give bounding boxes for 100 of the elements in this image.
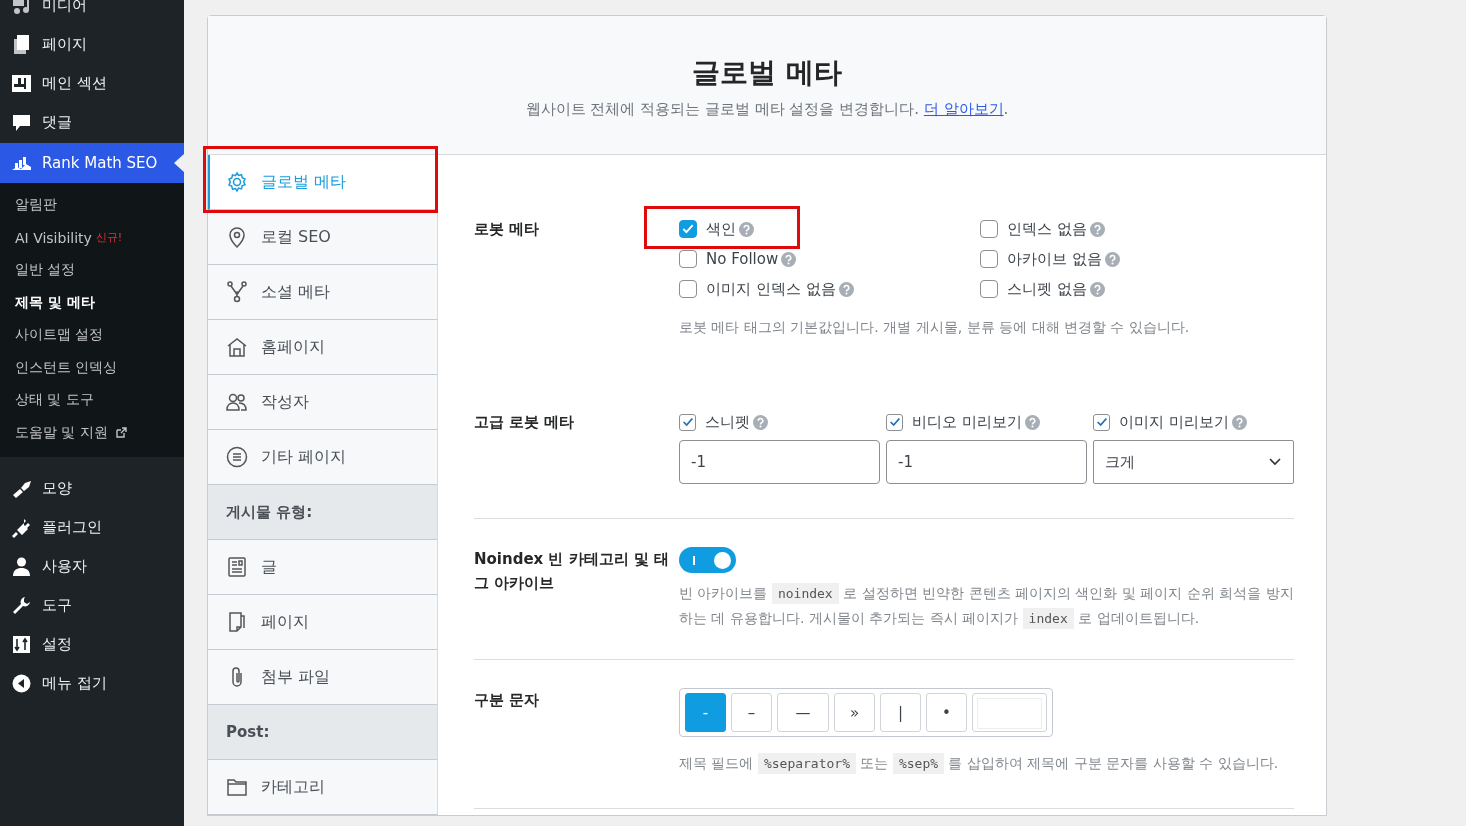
nav-item[interactable]: 페이지 bbox=[208, 595, 437, 650]
checkbox[interactable] bbox=[1093, 413, 1110, 431]
help-icon bbox=[1089, 221, 1105, 237]
wrench-icon bbox=[11, 595, 32, 616]
comment-icon bbox=[11, 112, 32, 133]
checkbox-label: 인덱스 없음 bbox=[1007, 219, 1087, 239]
separator-option[interactable]: » bbox=[834, 693, 875, 732]
submenu-item[interactable]: 일반 설정 bbox=[0, 254, 184, 287]
number-field[interactable]: -1 bbox=[679, 440, 880, 484]
nav-section-heading: Post: bbox=[208, 705, 437, 760]
checkbox-label: 이미지 인덱스 없음 bbox=[706, 279, 836, 299]
help-text: 제목 필드에 %separator% 또는 %sep% 를 삽입하여 제목에 구분 문자를 사용할 수 있습니다. bbox=[679, 751, 1294, 776]
menu-item[interactable]: 모양 bbox=[0, 469, 184, 508]
check-icon bbox=[680, 415, 695, 429]
submenu-item[interactable]: 상태 및 도구 bbox=[0, 384, 184, 417]
gear-icon bbox=[226, 171, 248, 193]
checkbox-label: 색인 bbox=[706, 219, 736, 239]
checkbox-label: 스니펫 bbox=[705, 412, 750, 432]
nav-item[interactable]: 카테고리 bbox=[208, 760, 437, 815]
help-icon bbox=[1024, 414, 1040, 430]
nav-item[interactable]: 홈페이지 bbox=[208, 320, 437, 375]
folder-icon bbox=[226, 776, 248, 798]
checkbox[interactable] bbox=[679, 413, 696, 431]
learn-more-link[interactable]: 더 알아보기 bbox=[923, 100, 1004, 118]
checkbox[interactable] bbox=[679, 220, 697, 238]
setting-label: 구분 문자 bbox=[474, 690, 541, 711]
new-label: 신규! bbox=[95, 230, 123, 246]
share-icon bbox=[226, 281, 248, 303]
users-icon bbox=[226, 391, 248, 413]
nav-section-heading: 게시물 유형: bbox=[208, 485, 437, 540]
help-text: 로봇 메타 태그의 기본값입니다. 개별 게시물, 분류 등에 대해 변경할 수 있습니다. bbox=[679, 318, 1191, 337]
pages-icon bbox=[11, 34, 32, 55]
checkbox[interactable] bbox=[679, 250, 697, 268]
home-icon bbox=[226, 336, 248, 358]
menu-item[interactable]: 도구 bbox=[0, 586, 184, 625]
checkbox-label: 아카이브 없음 bbox=[1007, 249, 1102, 269]
help-icon bbox=[739, 221, 754, 237]
submenu-item[interactable]: 사이트맵 설정 bbox=[0, 319, 184, 352]
separator-option[interactable]: — bbox=[777, 693, 829, 732]
help-icon bbox=[1089, 281, 1105, 297]
page-description: 웹사이트 전체에 적용되는 글로벌 메타 설정을 변경합니다. 더 알아보기. bbox=[525, 100, 1009, 119]
page-icon bbox=[226, 611, 248, 633]
checkbox-label: No Follow bbox=[706, 250, 779, 268]
plug-icon bbox=[11, 517, 32, 538]
media-icon bbox=[11, 0, 32, 16]
menu-item[interactable]: 댓글 bbox=[0, 103, 184, 142]
checkbox-label: 이미지 미리보기 bbox=[1119, 412, 1229, 432]
page-title: 글로벌 메타 bbox=[692, 55, 842, 91]
nav-item[interactable]: 로컬 SEO bbox=[208, 210, 437, 265]
separator-option[interactable]: – bbox=[731, 693, 772, 732]
layout-icon bbox=[11, 73, 32, 94]
menu-item[interactable]: 사용자 bbox=[0, 547, 184, 586]
help-icon bbox=[1231, 414, 1247, 430]
separator-option[interactable]: | bbox=[880, 693, 921, 732]
map-pin-icon bbox=[226, 226, 248, 248]
checkbox[interactable] bbox=[679, 280, 697, 298]
submenu-item[interactable]: AI Visibility 신규! bbox=[0, 221, 184, 254]
submenu-item[interactable]: 인스턴트 인덱싱 bbox=[0, 351, 184, 384]
brush-icon bbox=[11, 478, 32, 499]
toggle-switch[interactable] bbox=[679, 547, 736, 573]
help-icon bbox=[1104, 251, 1120, 267]
help-icon bbox=[781, 251, 797, 267]
menu-item[interactable]: 페이지 bbox=[0, 25, 184, 64]
check-icon bbox=[887, 415, 902, 429]
separator-option[interactable]: • bbox=[926, 693, 967, 732]
checkbox[interactable] bbox=[980, 280, 998, 298]
nav-item[interactable]: 소셜 메타 bbox=[208, 265, 437, 320]
menu-item[interactable]: 설정 bbox=[0, 625, 184, 664]
help-icon bbox=[838, 281, 854, 297]
menu-item[interactable]: 플러그인 bbox=[0, 508, 184, 547]
number-field[interactable]: -1 bbox=[886, 440, 1087, 484]
setting-label: 고급 로봇 메타 bbox=[474, 412, 576, 433]
menu-item[interactable]: Rank Math SEO bbox=[0, 143, 184, 183]
checkbox[interactable] bbox=[886, 413, 903, 431]
user-icon bbox=[11, 556, 32, 577]
checkbox-label: 비디오 미리보기 bbox=[912, 412, 1022, 432]
menu-item[interactable]: 메인 섹션 bbox=[0, 64, 184, 103]
list-icon bbox=[226, 446, 248, 468]
check-icon bbox=[1094, 415, 1109, 429]
menu-item[interactable]: 메뉴 접기 bbox=[0, 664, 184, 703]
pointer-icon bbox=[174, 154, 184, 172]
checkbox[interactable] bbox=[980, 250, 998, 268]
checkbox-label: 스니펫 없음 bbox=[1007, 279, 1087, 299]
size-dropdown[interactable]: 크게 bbox=[1093, 440, 1294, 484]
nav-item[interactable]: 글 bbox=[208, 540, 437, 595]
submenu-item[interactable]: 도움말 및 지원 bbox=[0, 416, 184, 449]
settings-icon bbox=[11, 634, 32, 655]
help-text: 빈 아카이브를 noindex 로 설정하면 빈약한 콘텐츠 페이지의 색인화 및 페이지 순위 희석을 방지하는 데 유용합니다. 게시물이 추가되는 즉시 페이지가 index 로 업데이트됩니다. bbox=[679, 581, 1294, 631]
submenu-item[interactable]: 제목 및 메타 bbox=[0, 286, 184, 319]
document-icon bbox=[226, 556, 248, 578]
custom-separator-field[interactable] bbox=[972, 693, 1047, 732]
submenu-item[interactable]: 알림판 bbox=[0, 189, 184, 222]
collapse-icon bbox=[11, 673, 32, 694]
nav-item[interactable]: 작성자 bbox=[208, 375, 437, 430]
checkbox[interactable] bbox=[980, 220, 998, 238]
setting-label: 로봇 메타 bbox=[474, 219, 541, 240]
chevron-down-icon bbox=[1268, 457, 1282, 467]
help-icon bbox=[753, 414, 768, 430]
setting-label: Noindex 빈 카테고리 및 태그 아카이브 bbox=[474, 549, 671, 594]
check-icon bbox=[681, 222, 695, 236]
